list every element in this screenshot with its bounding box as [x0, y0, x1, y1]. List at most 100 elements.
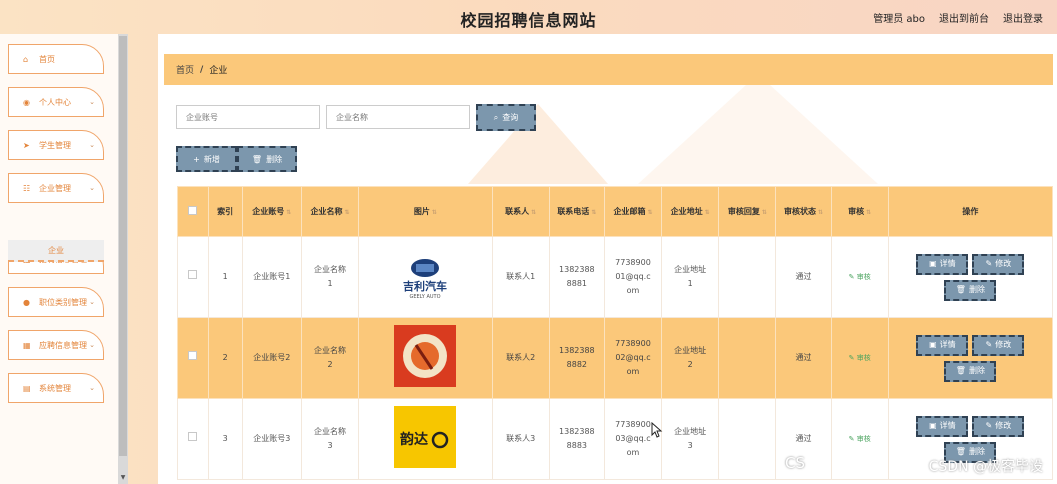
sort-icon[interactable]: ⇅ [866, 209, 871, 216]
edit-button[interactable]: ✎ 修改 [972, 415, 1025, 437]
sidebar-item-5[interactable]: ● 职位类别管理 ⌄ [8, 287, 104, 317]
cell-phone: 1382388 8883 [548, 398, 605, 480]
col-reply[interactable]: 审核回复 ⇅ [718, 186, 777, 237]
cell-line: 7738900 [615, 339, 651, 348]
delete-button[interactable]: 🗑 删除 [944, 360, 997, 382]
sidebar-item-6[interactable]: ▦ 应聘信息管理 ⌄ [8, 330, 104, 360]
col-status[interactable]: 审核状态 ⇅ [775, 186, 832, 237]
chevron-down-icon: ⌄ [89, 341, 95, 349]
add-button[interactable]: + 新增 [176, 146, 237, 172]
detail-icon: ▣ [929, 259, 937, 268]
scroll-down-icon[interactable]: ▼ [119, 474, 127, 482]
sidebar-item-7[interactable]: ▤ 系统管理 ⌄ [8, 373, 104, 403]
select-all-checkbox[interactable] [188, 206, 198, 215]
cell-contact: 联系人1 [491, 236, 550, 318]
row-select-cell[interactable] [177, 317, 209, 399]
audit-link[interactable]: ✎ 审核 [849, 435, 871, 443]
sort-icon[interactable]: ⇅ [762, 209, 767, 216]
breadcrumb-home[interactable]: 首页 [176, 63, 194, 76]
front-link[interactable]: 退出到前台 [939, 10, 989, 25]
home-icon: ⌂ [23, 54, 29, 64]
bulk-delete-button[interactable]: 🗑 删除 [237, 146, 297, 172]
detail-button[interactable]: ▣ 详情 [916, 253, 969, 275]
edit-button[interactable]: ✎ 修改 [972, 253, 1025, 275]
col-email[interactable]: 企业邮箱 ⇅ [603, 186, 663, 237]
col-address[interactable]: 企业地址 ⇅ [661, 186, 720, 237]
cell-index: 3 [207, 398, 243, 480]
cell-index: 1 [207, 236, 243, 318]
sidebar-item-0[interactable]: ⌂ 首页 [8, 44, 104, 74]
name-search-input[interactable] [326, 105, 470, 129]
detail-button-label: 详情 [939, 421, 956, 430]
col-address-label: 企业地址 [670, 207, 703, 216]
col-phone[interactable]: 联系电话 ⇅ [548, 186, 605, 237]
sort-icon[interactable]: ⇅ [818, 209, 823, 216]
sidebar-item-3[interactable]: ☷ 企业管理 ⌄ [8, 173, 104, 203]
cell-name: 企业名称 2 [300, 317, 360, 399]
account-search-input[interactable] [176, 105, 320, 129]
row-checkbox[interactable] [188, 270, 198, 279]
main-content: 首页 / 企业 ⌕ 查询 + 新增 🗑 删除 索引 企业账号⇅ 企业名称⇅ 图片… [158, 34, 1057, 484]
row-select-cell[interactable] [177, 398, 209, 480]
cell-line: 企业名称 [314, 346, 347, 355]
col-audit[interactable]: 审核 ⇅ [830, 186, 889, 237]
audit-label: 审核 [856, 435, 871, 443]
delete-button[interactable]: 🗑 删除 [944, 279, 997, 301]
audit-label: 审核 [856, 354, 871, 362]
audit-link[interactable]: ✎ 审核 [849, 273, 871, 281]
col-audit-label: 审核 [848, 207, 865, 216]
query-button[interactable]: ⌕ 查询 [476, 104, 536, 131]
sidebar-scrollbar-thumb[interactable] [119, 36, 127, 456]
chevron-down-icon: ⌄ [89, 184, 95, 192]
row-select-cell[interactable] [177, 236, 209, 318]
cell-line: 1 [687, 279, 693, 288]
send-icon: ➤ [23, 140, 30, 150]
col-contact-label: 联系人 [505, 207, 530, 216]
detail-button[interactable]: ▣ 详情 [916, 415, 969, 437]
col-name[interactable]: 企业名称 ⇅ [300, 186, 360, 237]
cell-phone: 1382388 8881 [548, 236, 605, 318]
col-account[interactable]: 企业账号 ⇅ [241, 186, 302, 237]
cell-line: 7738900 [615, 258, 651, 267]
cell-account: 企业账号2 [241, 317, 302, 399]
cell-line: om [626, 448, 640, 457]
top-links: 管理员 abo 退出到前台 退出登录 [873, 10, 1043, 25]
table-icon: ▤ [23, 383, 31, 393]
row-checkbox[interactable] [188, 351, 198, 360]
submenu-item-enterprise[interactable]: 企业 [8, 240, 104, 262]
sort-icon[interactable]: ⇅ [432, 209, 437, 216]
cell-line: 企业名称 [314, 427, 347, 436]
col-contact[interactable]: 联系人 ⇅ [491, 186, 550, 237]
enterprise-table: 索引 企业账号 ⇅ 企业名称 ⇅ 图片 ⇅ 联系人 ⇅ 联系电话 ⇅ 企业邮箱 ⇅ 企业地址… [177, 186, 1054, 480]
detail-button[interactable]: ▣ 详情 [916, 334, 969, 356]
sidebar-item-label: 首页 [39, 54, 55, 64]
cell-line: 2 [687, 360, 693, 369]
sidebar-item-label: 个人中心 [39, 97, 71, 107]
cell-line: 企业名称 [314, 265, 347, 274]
trash-icon: 🗑 [955, 285, 966, 294]
sidebar-item-1[interactable]: ◉ 个人中心 ⌄ [8, 87, 104, 117]
edit-button[interactable]: ✎ 修改 [972, 334, 1025, 356]
sort-icon[interactable]: ⇅ [591, 209, 596, 216]
row-checkbox[interactable] [188, 432, 198, 441]
col-index: 索引 [207, 186, 243, 237]
select-all-header[interactable] [177, 186, 209, 237]
edit-button-label: 修改 [995, 421, 1012, 430]
col-image[interactable]: 图片 ⇅ [358, 186, 493, 237]
plus-icon: + [193, 154, 200, 164]
cell-reply [718, 398, 777, 480]
sort-icon[interactable]: ⇅ [705, 209, 710, 216]
cell-audit[interactable]: ✎ 审核 [830, 398, 889, 480]
sort-icon[interactable]: ⇅ [286, 209, 291, 216]
sort-icon[interactable]: ⇅ [531, 209, 536, 216]
sidebar-item-2[interactable]: ➤ 学生管理 ⌄ [8, 130, 104, 160]
watermark: CSDN @极客毕设 [928, 459, 1043, 475]
logout-link[interactable]: 退出登录 [1003, 10, 1043, 25]
delete-button-label: 删除 [968, 285, 985, 294]
cell-line: 1382388 [559, 346, 595, 355]
audit-link[interactable]: ✎ 审核 [849, 354, 871, 362]
cell-audit[interactable]: ✎ 审核 [830, 317, 889, 399]
sort-icon[interactable]: ⇅ [647, 209, 652, 216]
cell-audit[interactable]: ✎ 审核 [830, 236, 889, 318]
sort-icon[interactable]: ⇅ [345, 209, 350, 216]
